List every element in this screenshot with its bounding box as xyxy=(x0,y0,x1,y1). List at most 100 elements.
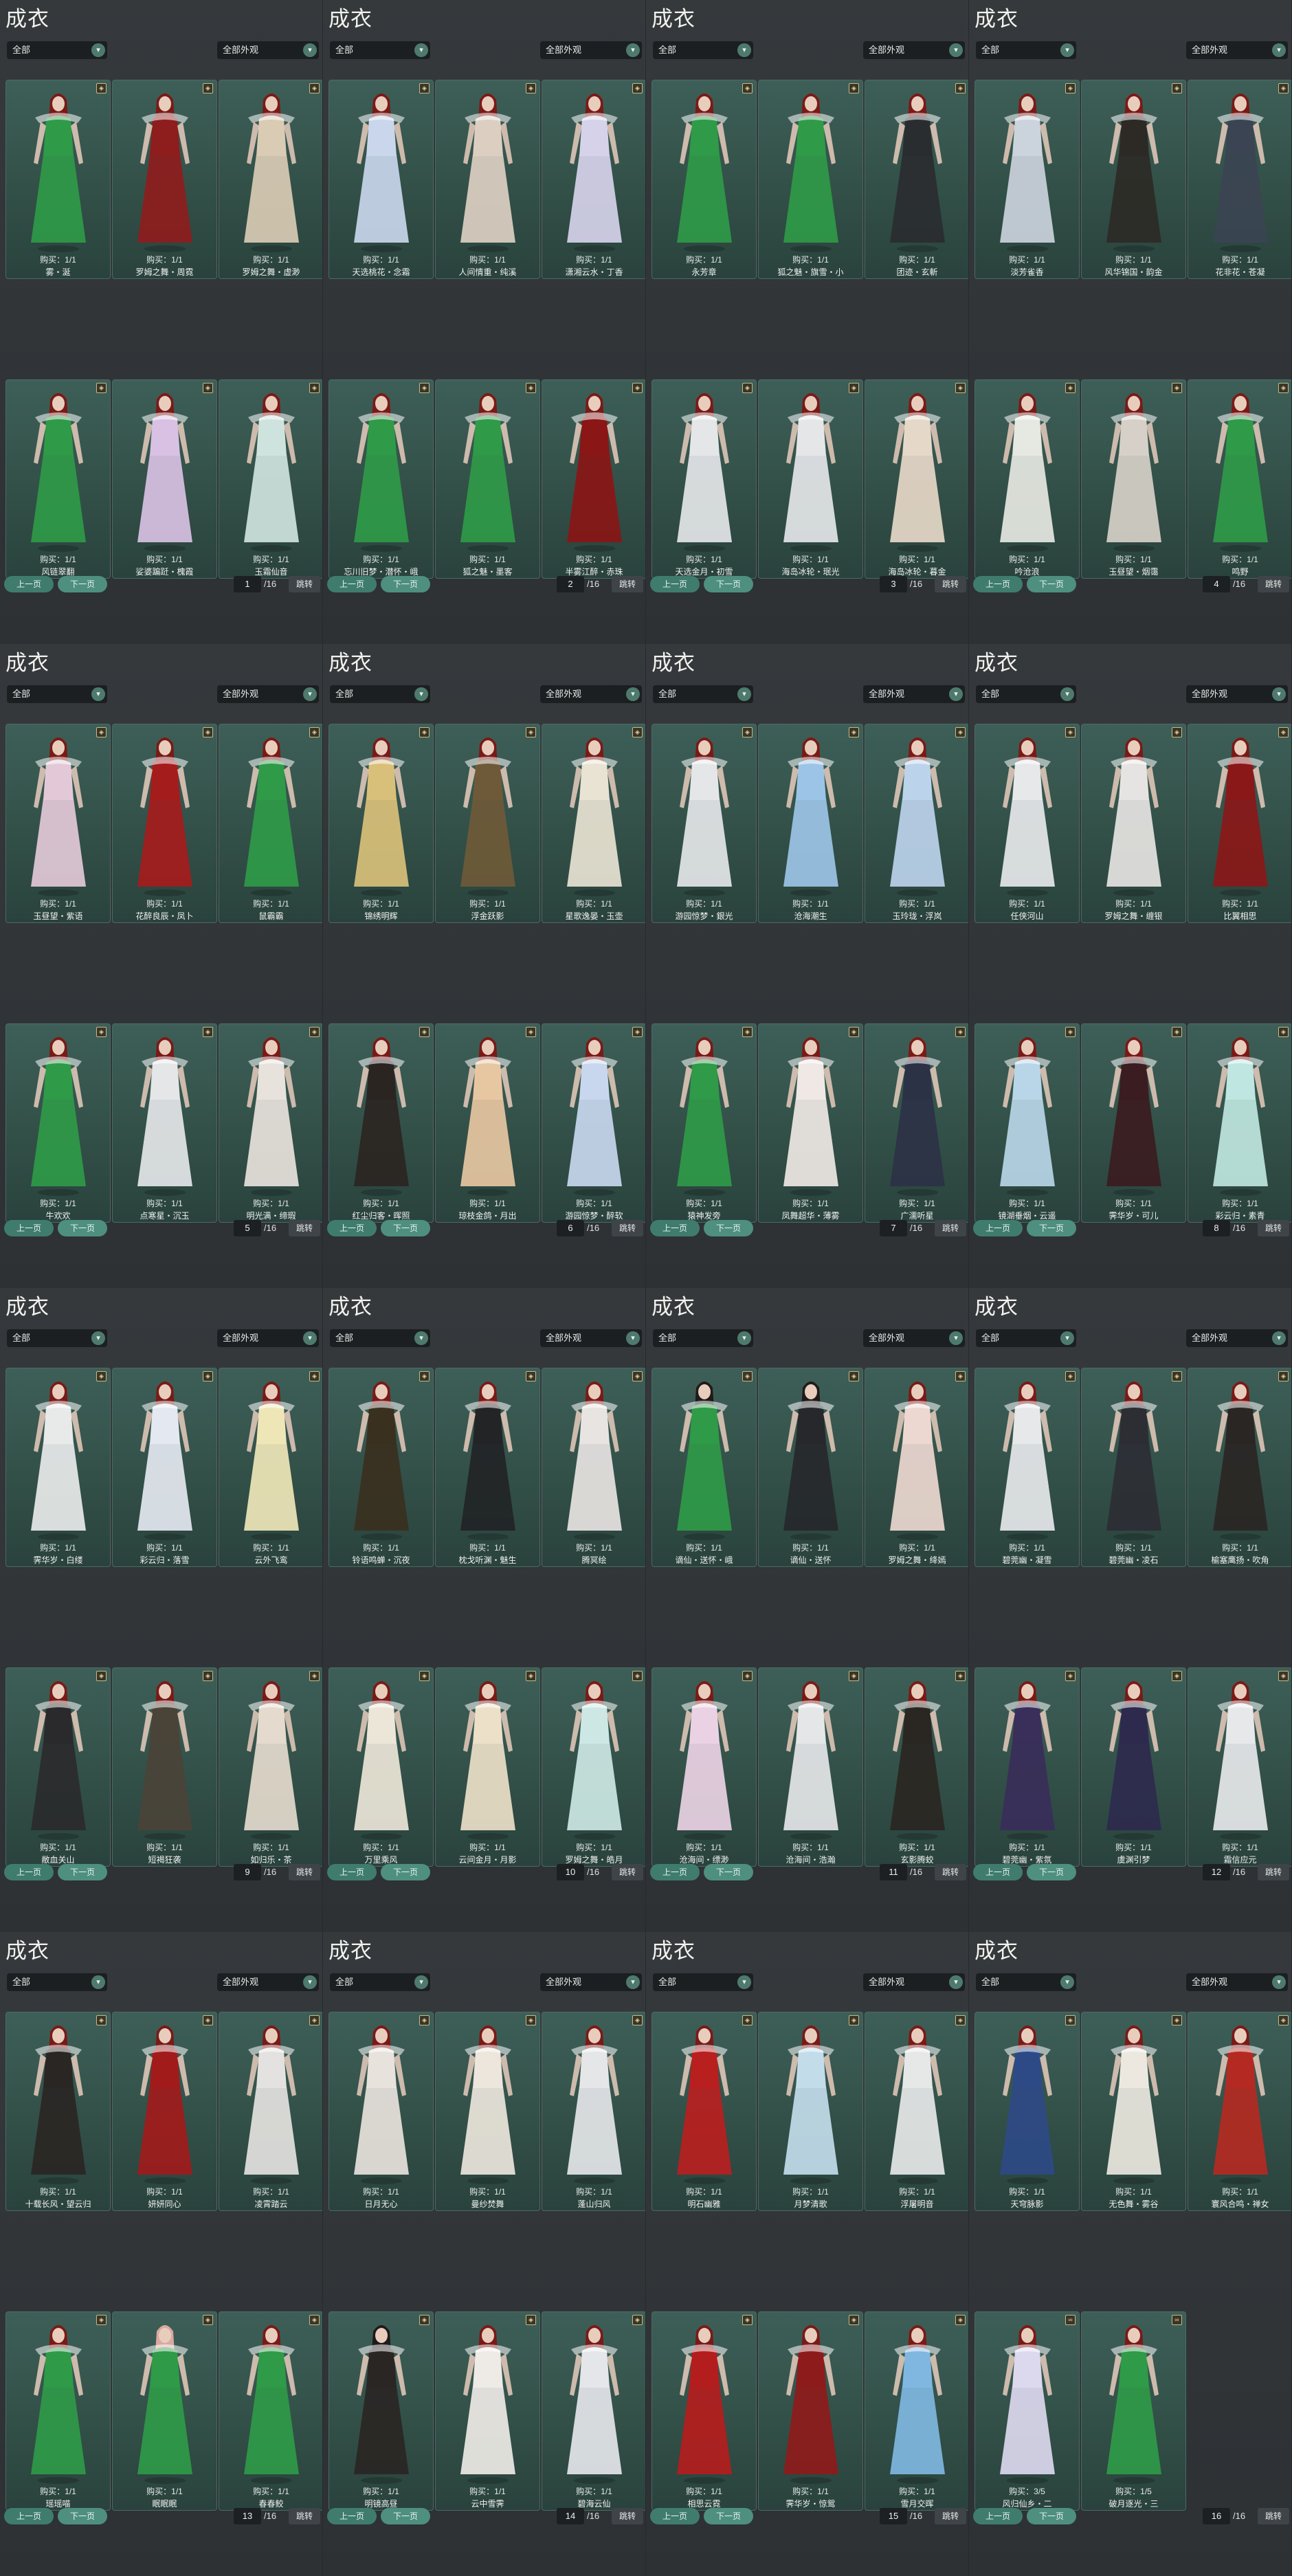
filter-dropdown-category[interactable]: 全部 ▾ xyxy=(7,1329,107,1347)
prev-page-button[interactable]: 上一页 xyxy=(327,1864,377,1880)
outfit-card[interactable]: ◈ 购买：1/1 鼠霸霸 xyxy=(219,724,322,923)
next-page-button[interactable]: 下一页 xyxy=(704,1220,753,1236)
jump-button[interactable]: 跳转 xyxy=(1258,1864,1289,1880)
page-number-input[interactable]: 6 xyxy=(557,1220,584,1236)
filter-dropdown-appearance[interactable]: 全部外观 ▾ xyxy=(1186,41,1288,59)
outfit-card[interactable]: ◈ 购买：1/1 玉昼望・烟霭 xyxy=(1081,379,1186,579)
page-number-input[interactable]: 12 xyxy=(1203,1864,1230,1880)
outfit-card[interactable]: ◈ 购买：1/1 游园惊梦・醉软 xyxy=(542,1023,645,1223)
outfit-card[interactable]: ◈ 购买：1/1 红尘归客・晖照 xyxy=(328,1023,434,1223)
outfit-card[interactable]: ◈ 购买：1/1 霁华岁・白缕 xyxy=(5,1368,111,1567)
prev-page-button[interactable]: 上一页 xyxy=(650,1864,700,1880)
outfit-card[interactable]: ◈ 购买：1/1 明镜高昼 xyxy=(328,2311,434,2511)
outfit-card[interactable]: ◈ 购买：1/1 花醉良辰・凤卜 xyxy=(112,724,217,923)
outfit-card[interactable]: ◈ 购买：1/1 无色舞・雾谷 xyxy=(1081,2012,1186,2211)
outfit-card[interactable]: ◈ 购买：1/1 月梦清歌 xyxy=(758,2012,863,2211)
filter-dropdown-appearance[interactable]: 全部外观 ▾ xyxy=(540,685,642,703)
page-number-input[interactable]: 3 xyxy=(880,576,907,592)
outfit-card[interactable]: ◈ 购买：1/1 铃语鸣蝉・沉夜 xyxy=(328,1368,434,1567)
page-number-input[interactable]: 11 xyxy=(880,1864,907,1880)
filter-dropdown-category[interactable]: 全部 ▾ xyxy=(330,685,430,703)
outfit-card[interactable]: ◈ 购买：1/1 霁华岁・惊鸳 xyxy=(758,2311,863,2511)
filter-dropdown-category[interactable]: 全部 ▾ xyxy=(330,41,430,59)
jump-button[interactable]: 跳转 xyxy=(289,1220,320,1236)
prev-page-button[interactable]: 上一页 xyxy=(4,2508,54,2524)
outfit-card[interactable]: ◈ 购买：1/1 游园惊梦・銀光 xyxy=(651,724,757,923)
outfit-card[interactable]: ◈ 购买：1/1 万里乘风 xyxy=(328,1667,434,1867)
outfit-card[interactable]: ◈ 购买：1/1 玉昼望・紫语 xyxy=(5,724,111,923)
outfit-card[interactable]: ◈ 购买：1/1 海岛冰轮・珉光 xyxy=(758,379,863,579)
outfit-card[interactable]: ◈ 购买：1/1 敝血关山 xyxy=(5,1667,111,1867)
outfit-card[interactable]: ◈ 购买：1/1 潇湘云水・丁香 xyxy=(542,80,645,279)
outfit-card[interactable]: ◈ 购买：1/1 锦绣明辉 xyxy=(328,724,434,923)
next-page-button[interactable]: 下一页 xyxy=(704,2508,753,2524)
outfit-card[interactable]: ◈ 购买：1/1 日月无心 xyxy=(328,2012,434,2211)
filter-dropdown-appearance[interactable]: 全部外观 ▾ xyxy=(540,41,642,59)
outfit-card[interactable]: ◈ 购买：1/1 罗姆之舞・缠银 xyxy=(1081,724,1186,923)
filter-dropdown-category[interactable]: 全部 ▾ xyxy=(330,1329,430,1347)
outfit-card[interactable]: ◈ 购买：1/1 枕戈听渊・魅生 xyxy=(435,1368,540,1567)
outfit-card[interactable]: ◈ 购买：1/1 碧莞幽・凝雪 xyxy=(974,1368,1080,1567)
page-number-input[interactable]: 15 xyxy=(880,2508,907,2524)
next-page-button[interactable]: 下一页 xyxy=(381,1220,430,1236)
next-page-button[interactable]: 下一页 xyxy=(58,1864,107,1880)
page-number-input[interactable]: 4 xyxy=(1203,576,1230,592)
filter-dropdown-category[interactable]: 全部 ▾ xyxy=(976,1973,1076,1991)
outfit-card[interactable]: ◈ 购买：1/1 猿神发旁 xyxy=(651,1023,757,1223)
filter-dropdown-appearance[interactable]: 全部外观 ▾ xyxy=(863,41,965,59)
jump-button[interactable]: 跳转 xyxy=(289,576,320,592)
outfit-card[interactable]: ◈ 购买：1/1 天穹脉影 xyxy=(974,2012,1080,2211)
next-page-button[interactable]: 下一页 xyxy=(1027,576,1076,592)
outfit-card[interactable]: ◈ 购买：1/1 瑶瑶喵 xyxy=(5,2311,111,2511)
outfit-card[interactable]: ◈ 购买：1/1 狐之魅・墨客 xyxy=(435,379,540,579)
page-number-input[interactable]: 16 xyxy=(1203,2508,1230,2524)
outfit-card[interactable]: ◈ 购买：1/1 虞渊引梦 xyxy=(1081,1667,1186,1867)
outfit-card[interactable]: ◈ 购买：1/1 浮金跃影 xyxy=(435,724,540,923)
filter-dropdown-appearance[interactable]: 全部外观 ▾ xyxy=(217,1973,319,1991)
page-number-input[interactable]: 2 xyxy=(557,576,584,592)
prev-page-button[interactable]: 上一页 xyxy=(4,1220,54,1236)
outfit-card[interactable]: ◈ 购买：1/1 永芳章 xyxy=(651,80,757,279)
page-number-input[interactable]: 1 xyxy=(234,576,261,592)
outfit-card[interactable]: ◈ 购买：1/1 彩云归・落雪 xyxy=(112,1368,217,1567)
filter-dropdown-category[interactable]: 全部 ▾ xyxy=(7,1973,107,1991)
outfit-card[interactable]: ◈ 购买：1/1 短褐狂袭 xyxy=(112,1667,217,1867)
outfit-card[interactable]: ◈ 购买：1/1 罗姆之舞・虚渺 xyxy=(219,80,322,279)
next-page-button[interactable]: 下一页 xyxy=(58,1220,107,1236)
outfit-card[interactable]: ◈ 购买：1/1 寰风合鸣・禅女 xyxy=(1188,2012,1291,2211)
outfit-card[interactable]: ◈ 购买：1/1 点寒星・沉玉 xyxy=(112,1023,217,1223)
prev-page-button[interactable]: 上一页 xyxy=(327,1220,377,1236)
filter-dropdown-category[interactable]: 全部 ▾ xyxy=(7,41,107,59)
filter-dropdown-category[interactable]: 全部 ▾ xyxy=(653,685,753,703)
next-page-button[interactable]: 下一页 xyxy=(704,1864,753,1880)
outfit-card[interactable]: ◈ 购买：1/1 人间情重・纯溪 xyxy=(435,80,540,279)
prev-page-button[interactable]: 上一页 xyxy=(973,1864,1023,1880)
outfit-card[interactable]: ◈ 购买：1/1 罗姆之舞・绛嫣 xyxy=(865,1368,968,1567)
filter-dropdown-appearance[interactable]: 全部外观 ▾ xyxy=(217,1329,319,1347)
prev-page-button[interactable]: 上一页 xyxy=(650,576,700,592)
jump-button[interactable]: 跳转 xyxy=(289,2508,320,2524)
prev-page-button[interactable]: 上一页 xyxy=(327,576,377,592)
outfit-card[interactable]: ◈ 购买：1/1 榆塞鹰扬・吹角 xyxy=(1188,1368,1291,1567)
filter-dropdown-category[interactable]: 全部 ▾ xyxy=(653,1329,753,1347)
filter-dropdown-category[interactable]: 全部 ▾ xyxy=(976,1329,1076,1347)
jump-button[interactable]: 跳转 xyxy=(935,1220,966,1236)
jump-button[interactable]: 跳转 xyxy=(1258,2508,1289,2524)
next-page-button[interactable]: 下一页 xyxy=(381,576,430,592)
outfit-card[interactable]: ◈ 购买：1/1 雾・涎 xyxy=(5,80,111,279)
prev-page-button[interactable]: 上一页 xyxy=(973,576,1023,592)
outfit-card[interactable]: ◈ 购买：1/1 沧海潮生 xyxy=(758,724,863,923)
outfit-card[interactable]: ◈ 购买：1/1 星歌逸晏・玉壶 xyxy=(542,724,645,923)
prev-page-button[interactable]: 上一页 xyxy=(650,1220,700,1236)
outfit-card[interactable]: ◈ 购买：1/1 春春鲛 xyxy=(219,2311,322,2511)
outfit-card[interactable]: ◈ 购买：1/1 谪仙・送怀・峨 xyxy=(651,1368,757,1567)
outfit-card[interactable]: ◈ 购买：1/1 彩云归・素青 xyxy=(1188,1023,1291,1223)
jump-button[interactable]: 跳转 xyxy=(1258,1220,1289,1236)
outfit-card[interactable]: ◈ 购买：1/1 天选桃花・念霜 xyxy=(328,80,434,279)
outfit-card[interactable]: ◈ 购买：1/1 鸣野 xyxy=(1188,379,1291,579)
outfit-card[interactable]: ◈ 购买：1/1 玄影腾蛟 xyxy=(865,1667,968,1867)
outfit-card[interactable]: ◈ 购买：1/1 雪月交晖 xyxy=(865,2311,968,2511)
outfit-card[interactable]: ◈ 购买：1/1 曼纱焚舞 xyxy=(435,2012,540,2211)
outfit-card[interactable]: ◈ 购买：1/1 眠眠眠 xyxy=(112,2311,217,2511)
next-page-button[interactable]: 下一页 xyxy=(704,576,753,592)
